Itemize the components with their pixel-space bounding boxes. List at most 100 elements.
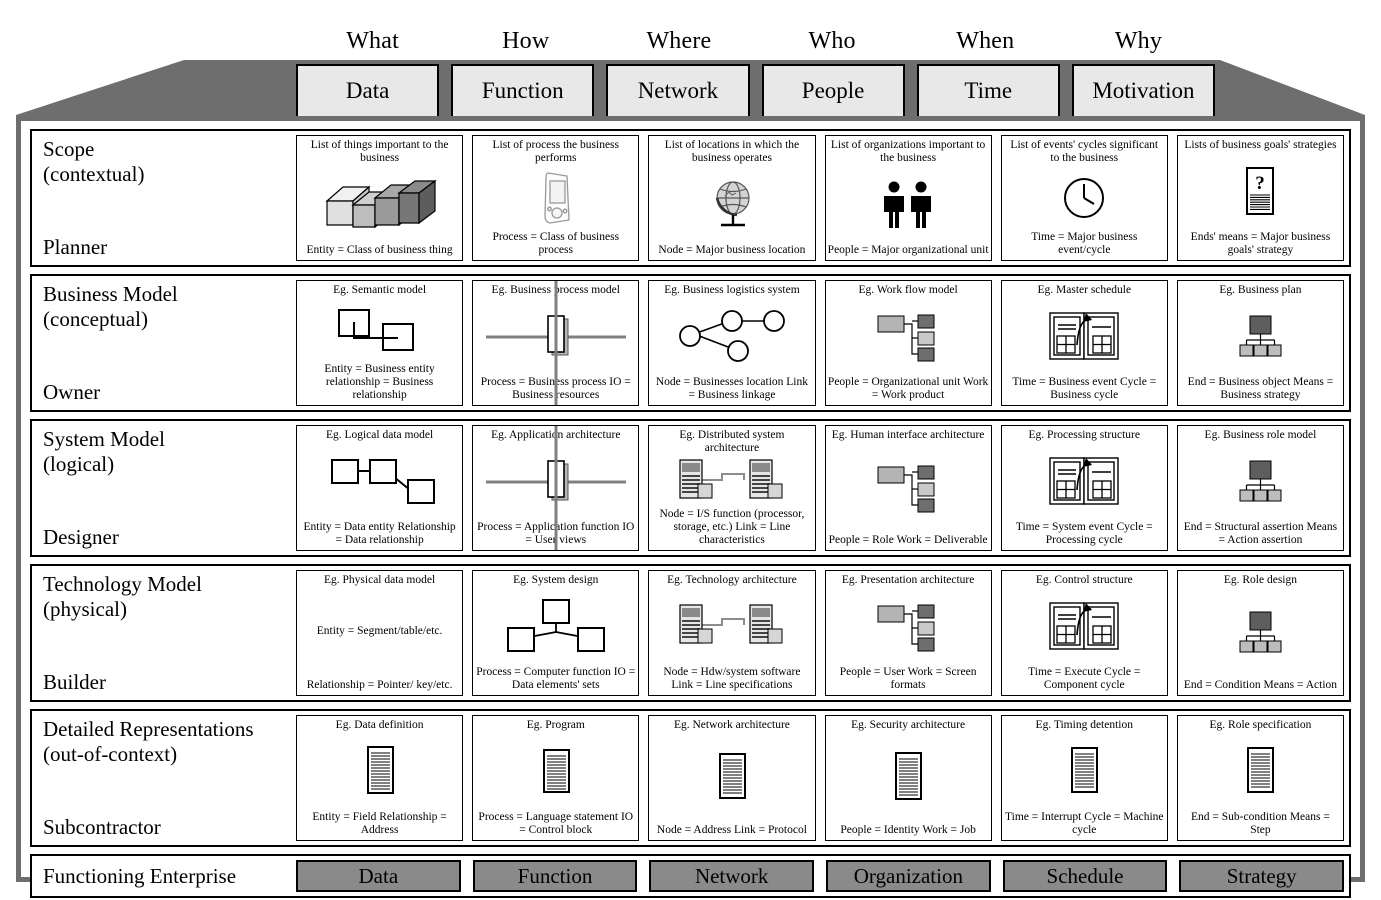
two-people-icon (826, 165, 991, 244)
cell-scope-motivation[interactable]: Lists of business goals' strategies ? En… (1176, 135, 1345, 261)
cell-detailed-people[interactable]: Eg. Security architecture People = Ident… (824, 715, 992, 841)
cell-business-motivation[interactable]: Eg. Business plan End = Business object … (1176, 280, 1345, 406)
row-title: Technology Model (physical) (43, 572, 202, 621)
cell-technology-network[interactable]: Eg. Technology architecture Node = Hdw/s… (648, 570, 816, 696)
cell-technology-data[interactable]: Eg. Physical data model Entity = Segment… (296, 570, 464, 696)
document-icon (649, 732, 814, 824)
interrogative-where: Where (646, 28, 712, 54)
cell-system-network[interactable]: Eg. Distributed system architecture Node… (648, 425, 816, 551)
column-header-cells: Data Function Network People Time Motiva… (296, 64, 1216, 118)
cell-detailed-network[interactable]: Eg. Network architecture Node = Address … (648, 715, 816, 841)
open-calendar-icon (1002, 587, 1167, 666)
cell-caption: List of things important to the business (310, 139, 449, 164)
interrogative-why: Why (1114, 28, 1163, 54)
cell-technology-time[interactable]: Eg. Control structure Time = Execute Cyc… (1000, 570, 1168, 696)
open-calendar-icon (1002, 442, 1167, 521)
globe-icon (649, 165, 814, 244)
cell-caption: Eg. Master schedule (1037, 284, 1132, 296)
cell-business-function[interactable]: Eg. Business process model Process = Bus… (472, 280, 640, 406)
cell-caption: Eg. Work flow model (858, 284, 958, 296)
column-header-motivation[interactable]: Motivation (1071, 64, 1216, 118)
footer-cell-schedule[interactable]: Schedule (1002, 860, 1168, 892)
row-label-business-model: Business Model (conceptual) Owner (32, 276, 296, 410)
footer-cell-organization[interactable]: Organization (826, 860, 991, 892)
cell-definition: Time = Business event Cycle = Business c… (1012, 376, 1157, 401)
cell-business-data[interactable]: Eg. Semantic model Entity = Business ent… (296, 280, 464, 406)
process-vertical-line (554, 426, 558, 550)
matrix-row-technology-model: Technology Model (physical) Builder Eg. … (30, 564, 1351, 702)
cell-system-time[interactable]: Eg. Processing structure Time = System e… (1000, 425, 1168, 551)
question-document-icon: ? (1178, 152, 1343, 231)
cell-caption: List of locations in which the business … (664, 139, 800, 164)
matrix-row-system-model: System Model (logical) Designer Eg. Logi… (30, 419, 1351, 557)
footer-cell-strategy[interactable]: Strategy (1179, 860, 1345, 892)
cell-definition: Node = I/S function (processor, storage,… (659, 508, 805, 546)
cell-scope-data[interactable]: List of things important to the business (296, 135, 464, 261)
interrogative-how: How (502, 28, 550, 54)
cell-caption: Eg. Data definition (335, 719, 424, 731)
cell-definition: Node = Hdw/system software Link = Line s… (663, 666, 801, 691)
column-header-network[interactable]: Network (606, 64, 750, 118)
cell-caption: Eg. Network architecture (673, 719, 790, 731)
cell-business-network[interactable]: Eg. Business logistics system Node = Bus… (648, 280, 816, 406)
footer-cell-function[interactable]: Function (472, 860, 638, 892)
row-title: System Model (logical) (43, 427, 165, 476)
row-actor: Planner (43, 235, 108, 259)
cell-definition: Entity = Field Relationship = Address (312, 811, 447, 836)
cell-technology-function[interactable]: Eg. System design Process = Computer fun… (472, 570, 640, 696)
interrogative-when: When (956, 28, 1015, 54)
cell-system-people[interactable]: Eg. Human interface architecture People … (824, 425, 992, 551)
cell-definition: Entity = Class of business thing (306, 244, 453, 256)
cell-technology-people[interactable]: Eg. Presentation architecture People = U… (824, 570, 992, 696)
column-header-time[interactable]: Time (916, 64, 1060, 118)
cell-system-function[interactable]: Eg. Application architecture Process = A… (472, 425, 640, 551)
cell-business-time[interactable]: Eg. Master schedule Time = Business even… (1000, 280, 1168, 406)
cell-caption: Eg. Business role model (1204, 429, 1317, 441)
cell-definition: Relationship = Pointer/ key/etc. (306, 679, 453, 691)
cell-detailed-data[interactable]: Eg. Data definition Entity = Field Relat… (296, 715, 464, 841)
footer-cell-network[interactable]: Network (649, 860, 815, 892)
open-calendar-icon (1002, 297, 1167, 376)
row-cells-footer: Data Function Network Organization Sched… (296, 856, 1349, 896)
org-blocks-icon (826, 297, 991, 376)
cell-caption: Eg. Role specification (1209, 719, 1312, 731)
row-label-system-model: System Model (logical) Designer (32, 421, 296, 555)
cell-scope-network[interactable]: List of locations in which the business … (648, 135, 816, 261)
row-cells: Eg. Logical data model Entity = Data ent… (296, 421, 1349, 555)
row-label-scope: Scope (contextual) Planner (32, 131, 296, 265)
row-cells: Eg. Physical data model Entity = Segment… (296, 566, 1349, 700)
row-label-functioning-enterprise: Functioning Enterprise (32, 856, 296, 896)
cell-definition: Entity = Data entity Relationship = Data… (303, 521, 456, 546)
hierarchy-icon (1178, 297, 1343, 376)
interrogative-labels: What How Where Who When Why (296, 24, 1215, 60)
cell-definition: Node = Businesses location Link = Busine… (655, 376, 808, 401)
cell-scope-time[interactable]: List of events' cycles significant to th… (1000, 135, 1168, 261)
column-header-people[interactable]: People (761, 64, 905, 118)
cell-scope-people[interactable]: List of organizations important to the b… (824, 135, 992, 261)
cell-system-data[interactable]: Eg. Logical data model Entity = Data ent… (296, 425, 464, 551)
cell-caption: Eg. System design (513, 574, 599, 586)
column-header-band: Data Function Network People Time Motiva… (16, 60, 1365, 122)
cell-detailed-time[interactable]: Eg. Timing detention Time = Interrupt Cy… (1000, 715, 1168, 841)
interrogative-who: Who (808, 28, 856, 54)
column-header-function[interactable]: Function (451, 64, 595, 118)
cell-system-motivation[interactable]: Eg. Business role model End = Structural… (1176, 425, 1345, 551)
cell-definition-middle: Entity = Segment/table/etc. (316, 625, 443, 637)
cell-caption: Eg. Timing detention (1035, 719, 1133, 731)
two-servers-icon (649, 455, 814, 508)
cell-scope-function[interactable]: List of process the business performs Pr… (472, 135, 640, 261)
cell-detailed-motivation[interactable]: Eg. Role specification End = Sub-conditi… (1176, 715, 1345, 841)
tri-node-tree-icon (473, 587, 638, 666)
cell-definition: Time = Major business event/cycle (1031, 231, 1138, 256)
cell-detailed-function[interactable]: Eg. Program Process = Language statement… (472, 715, 640, 841)
cell-business-people[interactable]: Eg. Work flow model People = Organizatio… (824, 280, 992, 406)
column-header-data[interactable]: Data (296, 64, 440, 118)
cell-caption: Eg. Role design (1223, 574, 1298, 586)
footer-cell-data[interactable]: Data (296, 860, 461, 892)
row-label-detailed-representations: Detailed Representations (out-of-context… (32, 711, 296, 845)
document-icon (473, 732, 638, 811)
cell-definition: Entity = Business entity relationship = … (324, 363, 435, 401)
cell-caption: List of events' cycles significant to th… (1010, 139, 1159, 164)
matrix-row-business-model: Business Model (conceptual) Owner Eg. Se… (30, 274, 1351, 412)
cell-technology-motivation[interactable]: Eg. Role design End = Condition Means = … (1176, 570, 1345, 696)
